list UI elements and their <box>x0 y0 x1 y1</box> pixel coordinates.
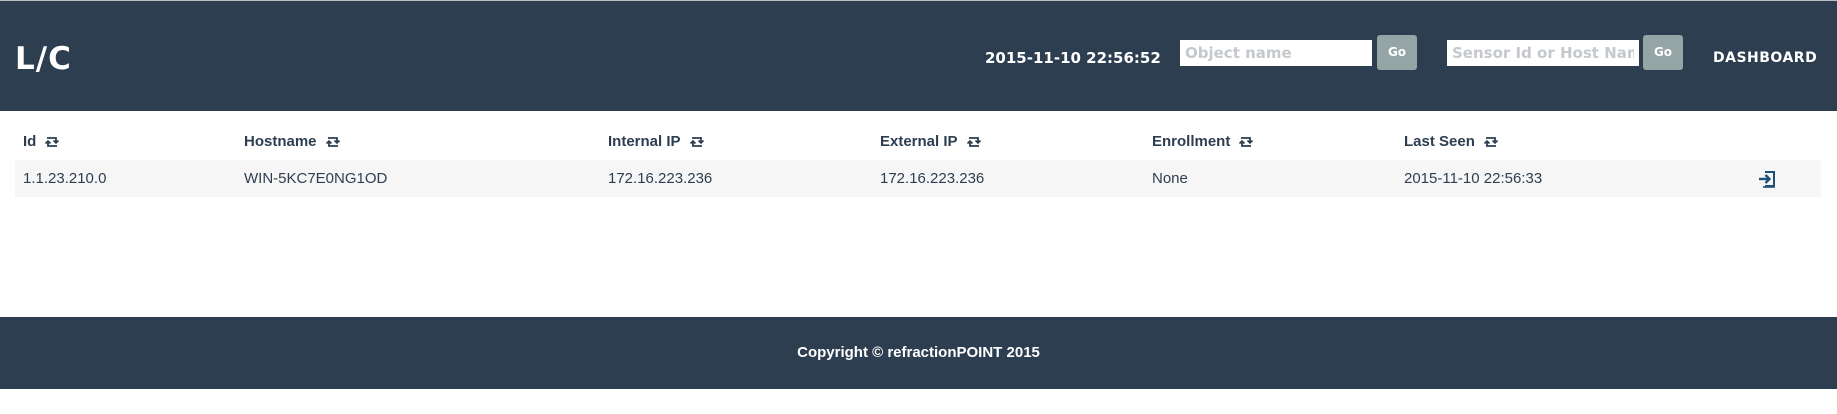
cell-external-ip: 172.16.223.236 <box>880 170 985 187</box>
column-header-label: Id <box>23 133 37 150</box>
cell-internal-ip: 172.16.223.236 <box>608 170 713 187</box>
page: L/C 2015-11-10 22:56:52 Go Go DASHBOARD … <box>0 0 1837 414</box>
column-header-label: External IP <box>880 133 958 150</box>
column-header-id[interactable]: Id <box>23 133 60 151</box>
sort-icon[interactable] <box>1483 136 1499 148</box>
column-header-internal-ip[interactable]: Internal IP <box>608 133 705 151</box>
column-header-hostname[interactable]: Hostname <box>244 133 341 151</box>
sort-icon[interactable] <box>44 136 60 148</box>
sort-icon[interactable] <box>1238 136 1254 148</box>
app-logo[interactable]: L/C <box>15 41 72 77</box>
column-header-label: Hostname <box>244 133 317 150</box>
cell-last-seen: 2015-11-10 22:56:33 <box>1404 170 1543 187</box>
column-header-enrollment[interactable]: Enrollment <box>1152 133 1254 151</box>
object-search-go-button[interactable]: Go <box>1377 35 1417 70</box>
cell-enrollment: None <box>1152 170 1188 187</box>
column-header-last-seen[interactable]: Last Seen <box>1404 133 1499 151</box>
dashboard-link[interactable]: DASHBOARD <box>1713 49 1817 67</box>
footer: Copyright © refractionPOINT 2015 <box>0 317 1837 389</box>
cell-hostname: WIN-5KC7E0NG1OD <box>244 170 388 187</box>
login-icon[interactable] <box>1758 170 1776 188</box>
sensor-search-go-button[interactable]: Go <box>1643 35 1683 70</box>
column-header-label: Last Seen <box>1404 133 1475 150</box>
sort-icon[interactable] <box>689 136 705 148</box>
top-navbar: L/C 2015-11-10 22:56:52 Go Go DASHBOARD <box>0 0 1837 111</box>
sensor-search-input[interactable] <box>1447 40 1639 66</box>
column-header-label: Enrollment <box>1152 133 1231 150</box>
column-header-external-ip[interactable]: External IP <box>880 133 982 151</box>
current-timestamp: 2015-11-10 22:56:52 <box>985 49 1161 67</box>
sort-icon[interactable] <box>325 136 341 148</box>
cell-id: 1.1.23.210.0 <box>23 170 107 187</box>
object-name-input[interactable] <box>1180 40 1372 66</box>
copyright-text: Copyright © refractionPOINT 2015 <box>797 344 1040 361</box>
sort-icon[interactable] <box>966 136 982 148</box>
column-header-label: Internal IP <box>608 133 681 150</box>
